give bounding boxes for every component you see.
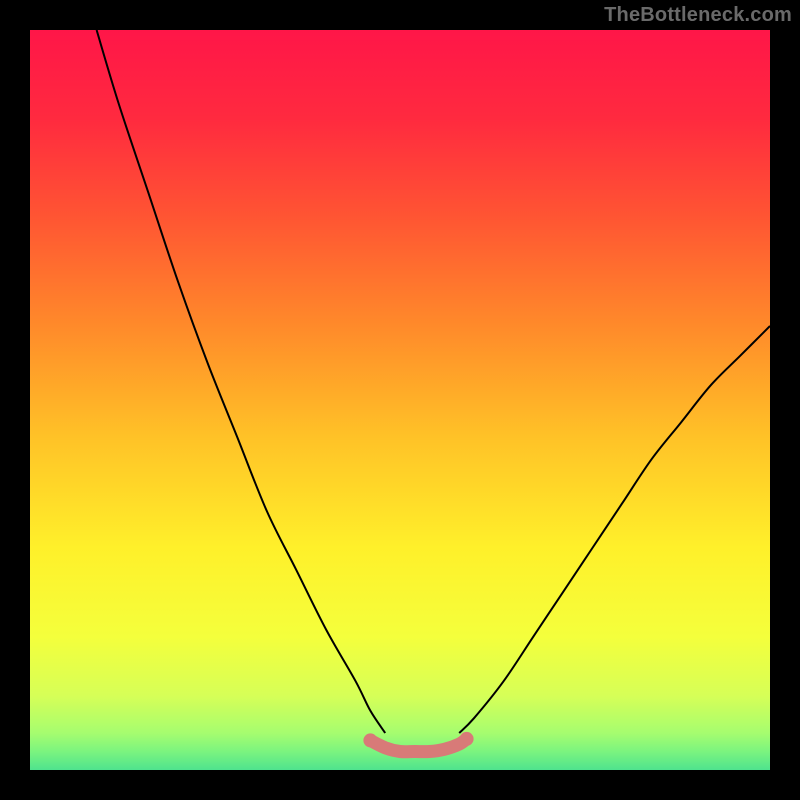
- plot-area: [30, 30, 770, 770]
- bottleneck-chart: [30, 30, 770, 770]
- gradient-background: [30, 30, 770, 770]
- optimal-marker-end-0: [363, 733, 377, 747]
- chart-frame: TheBottleneck.com: [0, 0, 800, 800]
- optimal-marker-end-1: [460, 732, 474, 746]
- watermark-text: TheBottleneck.com: [604, 4, 792, 27]
